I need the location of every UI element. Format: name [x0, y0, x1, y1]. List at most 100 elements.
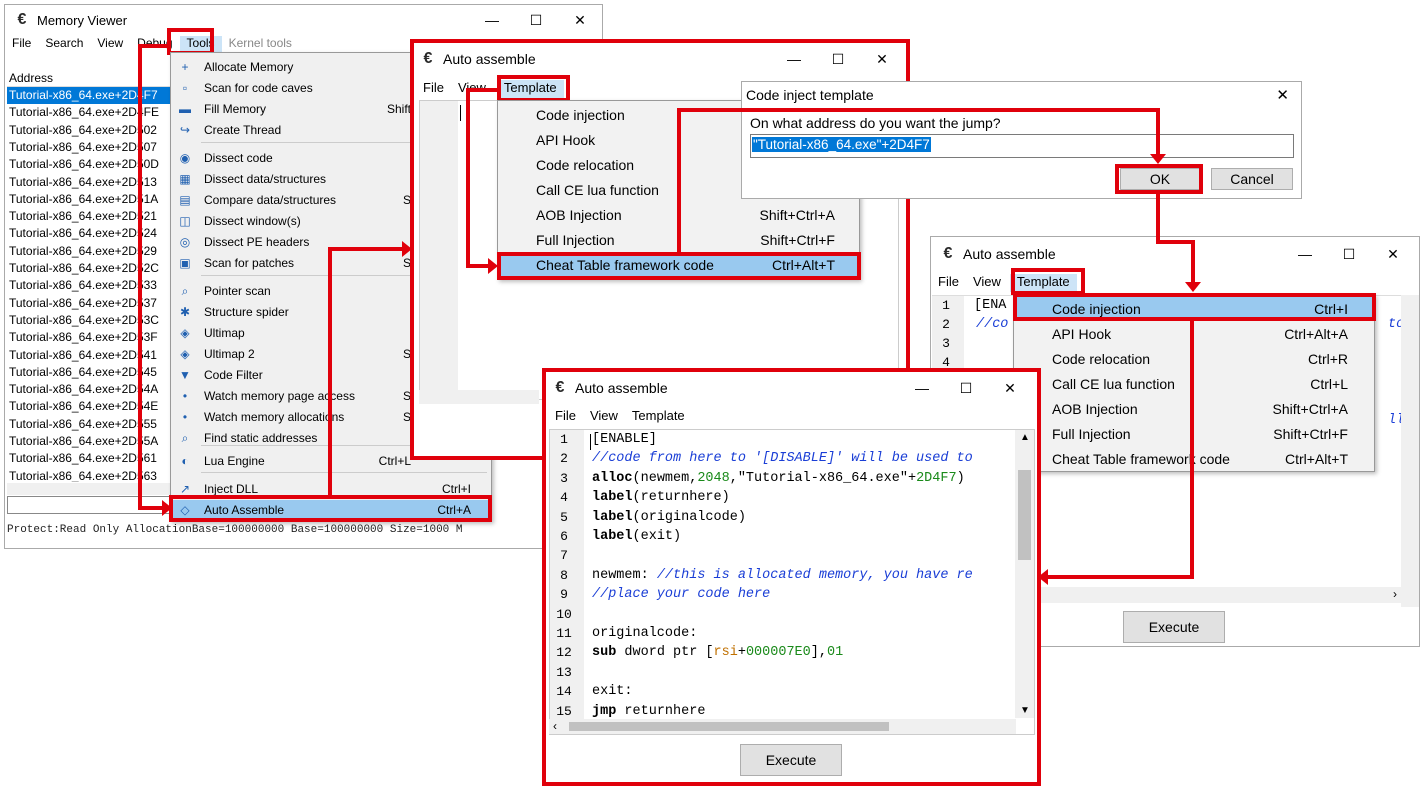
- address-row[interactable]: Tutorial-x86_64.exe+2D53C: [7, 312, 171, 329]
- address-row[interactable]: Tutorial-x86_64.exe+2D4FE: [7, 104, 171, 121]
- vertical-scrollbar[interactable]: [1401, 295, 1419, 607]
- close-icon[interactable]: ✕: [558, 5, 602, 35]
- menu-file[interactable]: File: [931, 274, 966, 292]
- close-icon[interactable]: ✕: [860, 44, 904, 74]
- menu-search[interactable]: Search: [38, 36, 90, 54]
- horizontal-scrollbar[interactable]: [7, 483, 171, 495]
- menu-view[interactable]: View: [583, 408, 625, 426]
- line-number: 2: [942, 317, 950, 332]
- cancel-label: Cancel: [1230, 171, 1274, 187]
- menu-template[interactable]: Template: [496, 80, 564, 98]
- aa3-code-editor[interactable]: 1 [ENABLE] 2 //code from here to '[DISABLE]…: [549, 429, 1035, 735]
- cancel-button[interactable]: Cancel: [1211, 168, 1293, 190]
- template-item-cheat-table-framework-code[interactable]: Cheat Table framework code Ctrl+Alt+T: [1014, 447, 1374, 471]
- arrow-line: [1048, 575, 1194, 579]
- horizontal-scrollbar[interactable]: [419, 390, 539, 404]
- template-item-code-relocation[interactable]: Code relocation Ctrl+R: [1014, 347, 1374, 371]
- scroll-left-icon[interactable]: ‹: [553, 719, 557, 733]
- scroll-up-icon[interactable]: ▲: [1020, 432, 1030, 443]
- address-row[interactable]: Tutorial-x86_64.exe+2D524: [7, 225, 171, 242]
- minimize-icon[interactable]: —: [1283, 239, 1327, 269]
- address-row[interactable]: Tutorial-x86_64.exe+2D4F7: [7, 87, 171, 104]
- address-row[interactable]: Tutorial-x86_64.exe+2D507: [7, 139, 171, 156]
- scroll-down-icon[interactable]: ▼: [1020, 705, 1030, 716]
- address-row[interactable]: Tutorial-x86_64.exe+2D545: [7, 364, 171, 381]
- template-item-api-hook[interactable]: API Hook Ctrl+Alt+A: [1014, 322, 1374, 346]
- execute-button[interactable]: Execute: [1123, 611, 1225, 643]
- menu-file[interactable]: File: [543, 408, 583, 426]
- minimize-icon[interactable]: —: [900, 373, 944, 403]
- address-row[interactable]: Tutorial-x86_64.exe+2D502: [7, 122, 171, 139]
- minimize-icon[interactable]: —: [772, 44, 816, 74]
- address-row[interactable]: Tutorial-x86_64.exe+2D513: [7, 174, 171, 191]
- address-row[interactable]: Tutorial-x86_64.exe+2D54A: [7, 381, 171, 398]
- dialog-titlebar[interactable]: Code inject template ✕: [742, 82, 1301, 108]
- menu-file[interactable]: File: [411, 80, 451, 98]
- close-icon[interactable]: ✕: [988, 373, 1032, 403]
- menu-item-label: Auto Assemble: [204, 503, 285, 517]
- scroll-thumb[interactable]: [1018, 470, 1031, 560]
- address-row[interactable]: Tutorial-x86_64.exe+2D53F: [7, 329, 171, 346]
- scroll-right-icon[interactable]: ›: [1393, 587, 1397, 601]
- address-row[interactable]: Tutorial-x86_64.exe+2D529: [7, 243, 171, 260]
- menu-view[interactable]: View: [966, 274, 1008, 292]
- address-row[interactable]: Tutorial-x86_64.exe+2D561: [7, 450, 171, 467]
- address-row[interactable]: Tutorial-x86_64.exe+2D533: [7, 277, 171, 294]
- code-line: exit:: [592, 684, 633, 700]
- line-number: 14: [556, 684, 572, 700]
- menu-item-label: Ultimap 2: [204, 347, 255, 361]
- address-row[interactable]: Tutorial-x86_64.exe+2D537: [7, 295, 171, 312]
- address-row[interactable]: Tutorial-x86_64.exe+2D541: [7, 347, 171, 364]
- maximize-icon[interactable]: ☐: [514, 5, 558, 35]
- menu-item-label: Find static addresses: [204, 431, 318, 445]
- template-item-code-injection[interactable]: Code injection Ctrl+I: [1014, 297, 1374, 321]
- dot-icon: •: [182, 389, 188, 403]
- memory-viewer-titlebar[interactable]: € Memory Viewer — ☐ ✕: [5, 5, 602, 35]
- close-icon[interactable]: ✕: [1276, 86, 1289, 104]
- address-row[interactable]: Tutorial-x86_64.exe+2D521: [7, 208, 171, 225]
- code-token: label: [592, 509, 633, 525]
- code-token: sub: [592, 645, 617, 661]
- maximize-icon[interactable]: ☐: [816, 44, 860, 74]
- arrow-line: [466, 88, 470, 268]
- menu-template[interactable]: Template: [625, 408, 692, 426]
- spider-icon: ✱: [179, 305, 191, 319]
- execute-button[interactable]: Execute: [740, 744, 842, 776]
- address-header[interactable]: Address: [7, 71, 171, 87]
- auto-assemble-titlebar[interactable]: € Auto assemble — ☐ ✕: [411, 44, 910, 74]
- template-item-aob-injection[interactable]: AOB Injection Shift+Ctrl+A: [1014, 397, 1374, 421]
- h-scroll-thumb[interactable]: [569, 722, 889, 731]
- vertical-scrollbar[interactable]: ▲ ▼: [1015, 430, 1034, 718]
- menu-view[interactable]: View: [90, 36, 130, 54]
- aa2-menubar: File View Template: [931, 274, 1419, 292]
- ok-button[interactable]: OK: [1120, 168, 1200, 190]
- menu-item-shortcut: Ctrl+Alt+T: [1284, 451, 1348, 467]
- address-row[interactable]: Tutorial-x86_64.exe+2D50D: [7, 156, 171, 173]
- maximize-icon[interactable]: ☐: [1327, 239, 1371, 269]
- menu-template[interactable]: Template: [1009, 274, 1077, 292]
- aa3-titlebar[interactable]: € Auto assemble — ☐ ✕: [543, 373, 1040, 403]
- address-row[interactable]: Tutorial-x86_64.exe+2D51A: [7, 191, 171, 208]
- address-input[interactable]: [7, 496, 173, 514]
- menu-item-shortcut: Shift+Ctrl+A: [759, 207, 835, 223]
- maximize-icon[interactable]: ☐: [944, 373, 988, 403]
- close-icon[interactable]: ✕: [1371, 239, 1415, 269]
- address-row[interactable]: Tutorial-x86_64.exe+2D54E: [7, 398, 171, 415]
- menu-item-label: Cheat Table framework code: [536, 257, 714, 273]
- address-input[interactable]: "Tutorial-x86_64.exe"+2D4F7: [750, 134, 1294, 158]
- template-item-full-injection[interactable]: Full Injection Shift+Ctrl+F: [1014, 422, 1374, 446]
- template-item-cheat-table-framework-code[interactable]: Cheat Table framework code Ctrl+Alt+T: [498, 253, 859, 277]
- minimize-icon[interactable]: —: [470, 5, 514, 35]
- tools-item-auto-assemble[interactable]: ◇ Auto Assemble Ctrl+A: [171, 500, 491, 520]
- address-row[interactable]: Tutorial-x86_64.exe+2D52C: [7, 260, 171, 277]
- horizontal-scrollbar[interactable]: ‹: [549, 719, 1016, 734]
- horizontal-scrollbar[interactable]: ›: [1041, 587, 1401, 603]
- line-number: 10: [556, 606, 572, 622]
- address-row[interactable]: Tutorial-x86_64.exe+2D563: [7, 468, 171, 482]
- fill-icon: ▬: [179, 102, 191, 116]
- address-row[interactable]: Tutorial-x86_64.exe+2D55A: [7, 433, 171, 450]
- lua-icon: ◐: [181, 454, 189, 468]
- template-item-call-ce-lua-function[interactable]: Call CE lua function Ctrl+L: [1014, 372, 1374, 396]
- address-row[interactable]: Tutorial-x86_64.exe+2D555: [7, 416, 171, 433]
- menu-file[interactable]: File: [5, 36, 38, 54]
